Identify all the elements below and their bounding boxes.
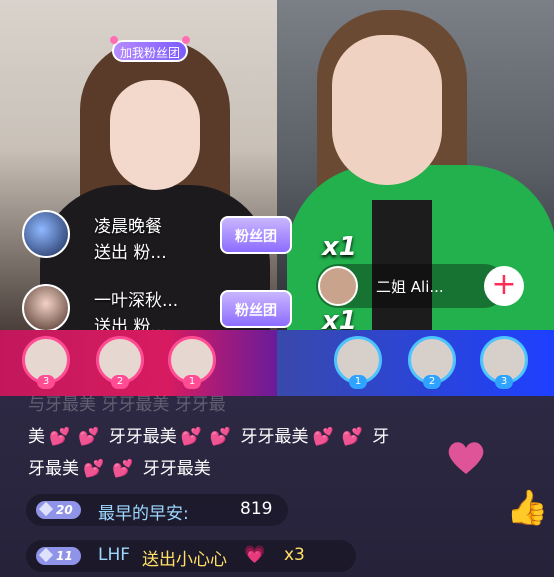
gift-popup: 凌晨晚餐 送出 粉... 粉丝团: [14, 206, 292, 263]
rank-avatar[interactable]: 2: [408, 336, 456, 389]
avatar[interactable]: [318, 266, 358, 306]
avatar[interactable]: [22, 210, 70, 258]
heart-icon: 💕: [341, 427, 363, 447]
gift-multiplier: x1: [322, 232, 357, 262]
gem-icon: [38, 501, 54, 517]
gift-action: 送出 粉...: [94, 243, 167, 263]
chat-text: 牙最美: [28, 459, 79, 479]
heart-icon: 💕: [78, 427, 100, 447]
chat-message[interactable]: 20 最早的早安: 819: [26, 494, 288, 526]
chat-text: 牙牙最美: [240, 427, 309, 447]
fan-club-badge: 粉丝团: [220, 216, 292, 254]
chat-panel: 与牙最美 牙牙最美 牙牙最 美 💕 💕 牙牙最美 💕 💕 牙牙最美 💕 💕 牙 牙最美 💕 💕 …: [0, 395, 554, 577]
rank-number: 2: [423, 375, 441, 389]
fan-club-tag-label: 加我粉丝团: [119, 46, 180, 60]
gift-sender-name: 凌晨晚餐: [94, 217, 162, 237]
chat-username[interactable]: LHF: [98, 545, 130, 565]
fan-club-badge: 粉丝团: [220, 290, 292, 328]
user-level-badge: 11: [36, 547, 81, 565]
gem-icon: [38, 547, 54, 563]
chat-username[interactable]: 最早的早安:: [98, 499, 189, 524]
avatar[interactable]: [22, 284, 70, 332]
gift-message-text: 送出小心心: [142, 550, 227, 570]
chat-message[interactable]: 11 LHF 送出小心心 💗 x3: [26, 540, 356, 572]
gift-count: x3: [284, 545, 305, 565]
gift-popup: 一叶深秋... 送出 粉... 粉丝团: [14, 280, 292, 337]
opponent-name: 二姐 Ali...: [376, 278, 444, 296]
heart-icon: 💕: [49, 427, 71, 447]
rank-number: 1: [349, 375, 367, 389]
sparkle-icon: [110, 36, 118, 44]
rank-number: 3: [495, 375, 513, 389]
rank-avatar[interactable]: 2: [96, 336, 144, 389]
chat-line: 美 💕 💕 牙牙最美 💕 💕 牙牙最美 💕 💕 牙: [28, 422, 389, 447]
heart-icon: 💕: [112, 459, 134, 479]
rank-number: 3: [37, 375, 55, 389]
rank-number: 1: [183, 375, 201, 389]
chat-text: 牙牙最美: [142, 459, 211, 479]
chat-text: 牙: [372, 427, 390, 447]
sparkle-icon: [182, 36, 190, 44]
thumbs-up-icon[interactable]: 👍: [506, 488, 548, 528]
pk-opponent-tag[interactable]: 二姐 Ali...: [316, 264, 506, 308]
chat-message-text: 819: [240, 499, 273, 519]
gift-sender-name: 一叶深秋...: [94, 291, 179, 311]
heart-icon: 💗: [244, 545, 266, 565]
user-level-badge: 20: [36, 501, 81, 519]
level-number: 11: [56, 549, 73, 563]
pk-rank-bar: 3 2 1 1 2 3: [0, 330, 554, 396]
heart-icon: 💕: [312, 427, 334, 447]
rank-number: 2: [111, 375, 129, 389]
follow-button[interactable]: +: [484, 266, 524, 306]
heart-icon: 💕: [209, 427, 232, 447]
rank-avatar[interactable]: 3: [480, 336, 528, 389]
chat-line: 牙最美 💕 💕 牙牙最美: [28, 454, 211, 479]
rank-avatar[interactable]: 1: [168, 336, 216, 389]
chat-text: 牙牙最美: [108, 427, 177, 447]
chat-text: 美: [28, 427, 45, 447]
plus-icon: +: [491, 267, 517, 302]
fan-club-tag[interactable]: 加我粉丝团: [110, 36, 190, 62]
level-number: 20: [56, 503, 73, 517]
streamer-face: [110, 80, 200, 190]
rank-avatar[interactable]: 1: [334, 336, 382, 389]
heart-icon: 💕: [180, 427, 202, 447]
chat-line-faded: 与牙最美 牙牙最美 牙牙最: [28, 395, 226, 415]
heart-icon: 💕: [83, 459, 105, 479]
streamer-face: [332, 35, 442, 185]
heart-icon: [448, 442, 484, 474]
rank-avatar[interactable]: 3: [22, 336, 70, 389]
